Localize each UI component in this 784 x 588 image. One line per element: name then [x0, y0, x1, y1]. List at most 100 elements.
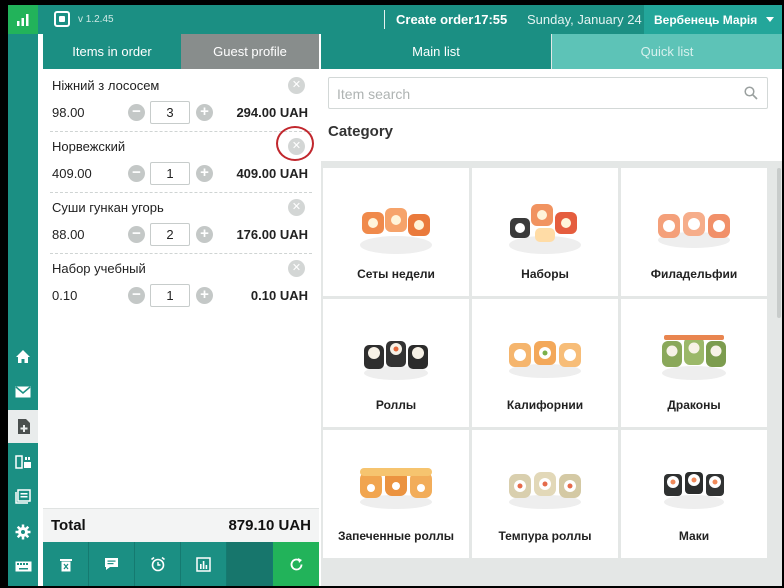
- roll-icon: [509, 472, 581, 509]
- sushi-set-icon: [509, 204, 581, 254]
- category-label: Филадельфии: [650, 267, 738, 281]
- category-tile[interactable]: Калифорнии: [472, 299, 618, 427]
- delete-order-button[interactable]: [43, 542, 89, 586]
- order-item[interactable]: Ніжний з лососем ✕ 98.00 − 3 + 294.00 UA…: [50, 71, 312, 132]
- category-tile[interactable]: Сеты недели: [323, 168, 469, 296]
- decrease-qty-button[interactable]: −: [128, 287, 145, 304]
- category-title: Category: [328, 123, 394, 140]
- tables-button[interactable]: [8, 445, 38, 478]
- messages-button[interactable]: [8, 375, 38, 408]
- category-tile[interactable]: Запеченные роллы: [323, 430, 469, 558]
- bar-chart-icon: [196, 556, 211, 572]
- decrease-qty-button[interactable]: −: [128, 226, 145, 243]
- reports-button[interactable]: [8, 480, 38, 513]
- order-item[interactable]: Норвежский ✕ 409.00 − 1 + 409.00 UAH: [50, 126, 314, 193]
- order-item-price: 409.00: [52, 166, 92, 181]
- maki-icon: [664, 472, 724, 509]
- highlight-circle: [276, 126, 314, 161]
- search-placeholder: Item search: [337, 86, 411, 102]
- category-label: Роллы: [375, 398, 417, 412]
- quantity-field[interactable]: 2: [150, 223, 190, 246]
- tab-main-list[interactable]: Main list: [321, 34, 551, 69]
- category-tile[interactable]: Темпура роллы: [472, 430, 618, 558]
- category-label: Темпура роллы: [498, 529, 592, 543]
- alarm-clock-icon: [150, 556, 165, 572]
- remove-item-button[interactable]: ✕: [288, 77, 305, 94]
- catalog-scrollbar[interactable]: [777, 168, 781, 318]
- category-tile[interactable]: Наборы: [472, 168, 618, 296]
- home-button[interactable]: [8, 340, 38, 373]
- order-item-name: Набор учебный: [52, 261, 146, 276]
- order-item-price: 0.10: [52, 288, 78, 303]
- increase-qty-button[interactable]: +: [196, 165, 213, 182]
- search-area: Item search Category: [321, 69, 782, 161]
- tab-quick-list[interactable]: Quick list: [551, 34, 782, 69]
- order-item-sum: 0.10 UAH: [250, 288, 308, 303]
- chevron-down-icon: [766, 17, 774, 22]
- roll-icon: [658, 212, 730, 248]
- category-tile[interactable]: Драконы: [621, 299, 767, 427]
- comment-button[interactable]: [89, 542, 135, 586]
- quantity-field[interactable]: 1: [150, 284, 190, 307]
- increase-qty-button[interactable]: +: [196, 226, 213, 243]
- category-tile[interactable]: Роллы: [323, 299, 469, 427]
- search-input[interactable]: Item search: [328, 77, 768, 109]
- envelope-icon: [15, 385, 31, 397]
- catalog-tabs: Main list Quick list: [321, 34, 782, 69]
- quantity-field[interactable]: 3: [150, 101, 190, 124]
- catalog-panel: Main list Quick list Item search Categor…: [321, 34, 782, 586]
- timer-button[interactable]: [135, 542, 181, 586]
- category-label: Калифорнии: [506, 398, 584, 412]
- left-rail: [8, 34, 38, 586]
- category-label: Наборы: [521, 267, 569, 281]
- increase-qty-button[interactable]: +: [196, 104, 213, 121]
- category-label: Запеченные роллы: [337, 529, 455, 543]
- order-item-name: Норвежский: [52, 139, 126, 154]
- roll-icon: [509, 341, 581, 378]
- order-panel: Items in order Guest profile Ніжний з ло…: [43, 34, 319, 586]
- signal-icon: [8, 5, 38, 34]
- total-value: 879.10 UAH: [228, 517, 311, 534]
- keyboard-button[interactable]: [8, 550, 38, 583]
- bill-button[interactable]: [181, 542, 227, 586]
- search-icon: [744, 86, 758, 100]
- order-item-sum: 409.00 UAH: [236, 166, 308, 181]
- remove-item-button[interactable]: ✕: [288, 199, 305, 216]
- roll-icon: [364, 341, 428, 380]
- home-icon: [16, 350, 30, 363]
- current-date: Sunday, January 24: [527, 12, 642, 27]
- sushi-set-icon: [360, 208, 432, 254]
- remove-item-button[interactable]: ✕: [288, 260, 305, 277]
- category-label: Маки: [678, 529, 710, 543]
- new-order-button[interactable]: [8, 410, 38, 443]
- app-version: v 1.2.45: [78, 14, 114, 25]
- order-item-name: Суши гункан угорь: [52, 200, 164, 215]
- settings-button[interactable]: [8, 515, 38, 548]
- order-item-price: 98.00: [52, 105, 85, 120]
- category-tile[interactable]: Маки: [621, 430, 767, 558]
- decrease-qty-button[interactable]: −: [128, 104, 145, 121]
- quantity-field[interactable]: 1: [150, 162, 190, 185]
- order-item[interactable]: Суши гункан угорь ✕ 88.00 − 2 + 176.00 U…: [50, 193, 312, 254]
- order-total: Total 879.10 UAH: [43, 508, 319, 542]
- tab-items-in-order[interactable]: Items in order: [43, 34, 181, 69]
- create-order-button[interactable]: Create order: [396, 12, 473, 27]
- total-label: Total: [51, 517, 86, 534]
- refresh-icon: [290, 557, 302, 570]
- refresh-order-button[interactable]: [273, 542, 319, 586]
- order-item[interactable]: Набор учебный ✕ 0.10 − 1 + 0.10 UAH: [50, 254, 312, 315]
- order-item-sum: 294.00 UAH: [236, 105, 308, 120]
- increase-qty-button[interactable]: +: [196, 287, 213, 304]
- tab-guest-profile[interactable]: Guest profile: [181, 34, 319, 69]
- roll-icon: [360, 468, 432, 509]
- book-icon: [15, 489, 31, 504]
- order-action-bar: [43, 542, 319, 586]
- category-tile[interactable]: Филадельфии: [621, 168, 767, 296]
- user-menu[interactable]: Вербенець Марія: [644, 5, 782, 34]
- empty-action-slot: [227, 542, 273, 586]
- order-tabs: Items in order Guest profile: [43, 34, 319, 69]
- decrease-qty-button[interactable]: −: [128, 165, 145, 182]
- order-item-name: Ніжний з лососем: [52, 78, 160, 93]
- order-item-sum: 176.00 UAH: [236, 227, 308, 242]
- app-window: v 1.2.45 Create order 17:55 Sunday, Janu…: [8, 5, 782, 586]
